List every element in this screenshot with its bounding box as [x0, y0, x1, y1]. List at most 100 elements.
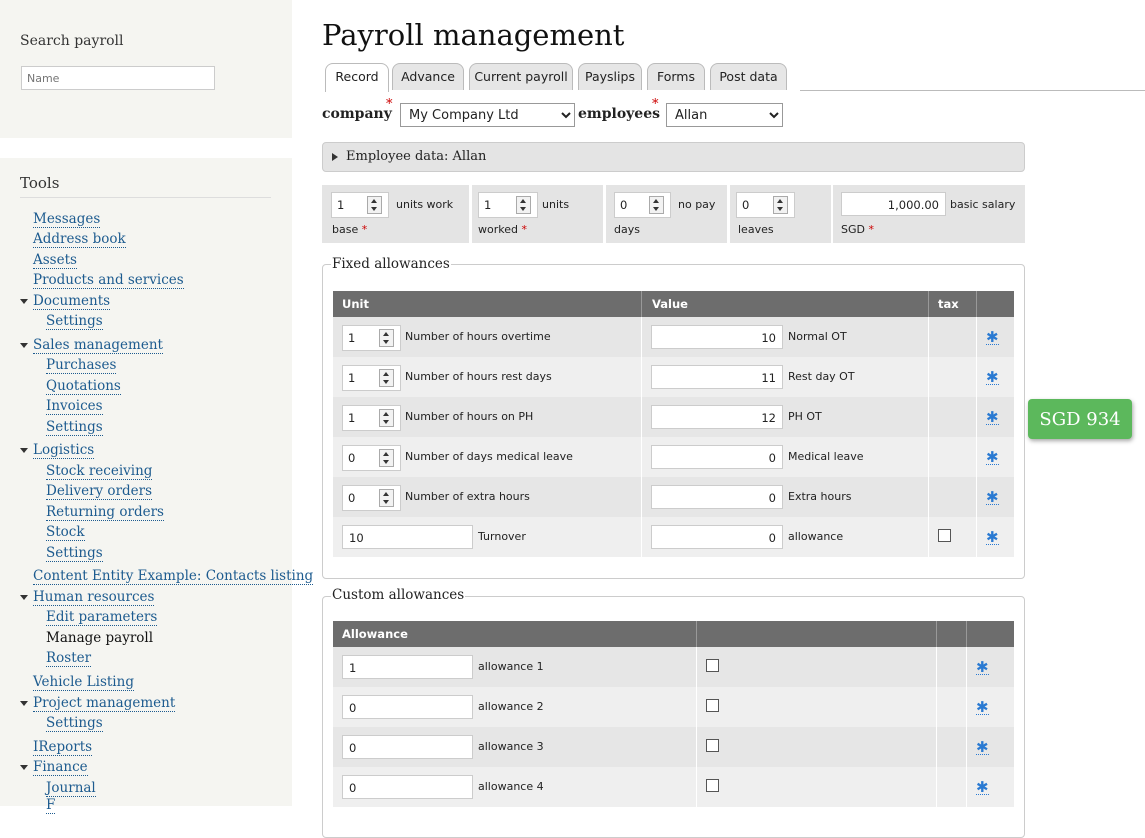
sidebar-item-link[interactable]: Settings	[46, 715, 103, 732]
star-icon[interactable]: ✱	[986, 330, 999, 345]
star-icon[interactable]: ✱	[986, 490, 999, 505]
stepper-arrows-icon[interactable]	[379, 329, 394, 347]
sidebar-item-link[interactable]: Products and services	[33, 272, 184, 289]
sidebar-item-link[interactable]: IReports	[33, 739, 93, 756]
sidebar-item[interactable]: Quotations	[46, 378, 121, 395]
sidebar-item[interactable]: Address book	[33, 231, 126, 248]
unit-stepper[interactable]: 1	[342, 365, 401, 391]
sidebar-item[interactable]: Finance	[33, 759, 88, 776]
tax-checkbox[interactable]	[938, 529, 951, 542]
sidebar-item[interactable]: Content Entity Example: Contacts listing	[33, 568, 314, 585]
sidebar-item[interactable]: Manage payroll	[46, 630, 153, 646]
sidebar-item-link[interactable]: Logistics	[33, 442, 95, 459]
tab-post-data[interactable]: Post data	[710, 63, 787, 90]
sidebar-item-link[interactable]: Stock	[46, 524, 85, 541]
expand-caret-icon[interactable]	[20, 343, 28, 348]
sidebar-item[interactable]: Products and services	[33, 272, 184, 289]
expand-caret-icon[interactable]	[20, 595, 28, 600]
sidebar-item[interactable]: Delivery orders	[46, 483, 153, 500]
star-icon[interactable]: ✱	[986, 450, 999, 465]
sidebar-item[interactable]: Stock	[46, 524, 85, 541]
sidebar-item-link[interactable]: Project management	[33, 695, 176, 712]
tab-record[interactable]: Record	[325, 63, 389, 92]
sidebar-item-link[interactable]: Human resources	[33, 589, 155, 606]
sidebar-item[interactable]: Invoices	[46, 398, 103, 415]
star-icon[interactable]: ✱	[986, 410, 999, 425]
star-icon[interactable]: ✱	[976, 780, 989, 795]
tab-payslips[interactable]: Payslips	[578, 63, 642, 90]
sidebar-item-link[interactable]: Assets	[33, 252, 77, 269]
sidebar-item[interactable]: Assets	[33, 252, 77, 269]
sidebar-item[interactable]: IReports	[33, 739, 93, 756]
star-icon[interactable]: ✱	[976, 700, 989, 715]
unit-stepper[interactable]: 0	[342, 445, 401, 471]
sidebar-item[interactable]: F	[46, 797, 56, 814]
sidebar-item[interactable]: Settings	[46, 545, 103, 562]
sidebar-item-link[interactable]: Invoices	[46, 398, 103, 415]
tab-forms[interactable]: Forms	[647, 63, 705, 90]
sidebar-item[interactable]: Settings	[46, 313, 103, 330]
sidebar-item-link[interactable]: Finance	[33, 759, 88, 776]
sidebar-item-link[interactable]: Documents	[33, 293, 111, 310]
sidebar-item-link[interactable]: Vehicle Listing	[33, 674, 134, 691]
tab-advance[interactable]: Advance	[392, 63, 464, 90]
allowance-checkbox[interactable]	[706, 739, 719, 752]
unit-stepper[interactable]: 1	[342, 405, 401, 431]
sidebar-item[interactable]: Project management	[33, 695, 176, 712]
expand-caret-icon[interactable]	[20, 701, 28, 706]
unit-stepper[interactable]: 1	[342, 325, 401, 351]
allowance-input[interactable]: 0	[342, 695, 473, 719]
sidebar-item[interactable]: Roster	[46, 650, 92, 667]
stepper-arrows-icon[interactable]	[516, 196, 531, 214]
sidebar-item-link[interactable]: Sales management	[33, 337, 163, 354]
star-icon[interactable]: ✱	[976, 660, 989, 675]
sidebar-item-link[interactable]: Settings	[46, 545, 103, 562]
sidebar-item[interactable]: Documents	[33, 293, 111, 310]
value-input[interactable]: 0	[651, 525, 783, 549]
sidebar-item-link[interactable]: Quotations	[46, 378, 121, 395]
sidebar-item-link[interactable]: Messages	[33, 211, 101, 228]
sidebar-item-link[interactable]: Purchases	[46, 357, 117, 374]
sidebar-item-link[interactable]: Edit parameters	[46, 609, 158, 626]
value-input[interactable]: 10	[651, 325, 783, 349]
sidebar-item[interactable]: Sales management	[33, 337, 163, 354]
sidebar-item[interactable]: Returning orders	[46, 504, 164, 521]
units-worked-stepper[interactable]: 1	[478, 192, 538, 218]
sidebar-item-link[interactable]: Returning orders	[46, 504, 164, 521]
value-input[interactable]: 12	[651, 405, 783, 429]
stepper-arrows-icon[interactable]	[379, 449, 394, 467]
sidebar-item[interactable]: Edit parameters	[46, 609, 158, 626]
sidebar-item[interactable]: Messages	[33, 211, 101, 228]
units-work-stepper[interactable]: 1	[331, 192, 389, 218]
sidebar-item[interactable]: Logistics	[33, 442, 95, 459]
stepper-arrows-icon[interactable]	[367, 196, 382, 214]
sidebar-item-link[interactable]: Content Entity Example: Contacts listing	[33, 568, 314, 585]
sidebar-item[interactable]: Stock receiving	[46, 463, 153, 480]
sidebar-item[interactable]: Journal	[46, 780, 96, 797]
sidebar-item-link[interactable]: Delivery orders	[46, 483, 153, 500]
stepper-arrows-icon[interactable]	[379, 489, 394, 507]
allowance-input[interactable]: 0	[342, 735, 473, 759]
sidebar-item[interactable]: Vehicle Listing	[33, 674, 134, 691]
no-pay-stepper[interactable]: 0	[614, 192, 671, 218]
value-input[interactable]: 0	[651, 445, 783, 469]
sidebar-item-link[interactable]: Settings	[46, 313, 103, 330]
stepper-arrows-icon[interactable]	[773, 196, 788, 214]
value-input[interactable]: 11	[651, 365, 783, 389]
sidebar-item-link[interactable]: Stock receiving	[46, 463, 153, 480]
sidebar-item-link[interactable]: Settings	[46, 419, 103, 436]
sidebar-item-link[interactable]: Address book	[33, 231, 126, 248]
sidebar-item[interactable]: Settings	[46, 419, 103, 436]
unit-stepper[interactable]: 0	[342, 485, 401, 511]
star-icon[interactable]: ✱	[986, 530, 999, 545]
allowance-input[interactable]: 1	[342, 655, 473, 679]
unit-input[interactable]: 10	[342, 525, 473, 549]
star-icon[interactable]: ✱	[986, 370, 999, 385]
allowance-input[interactable]: 0	[342, 775, 473, 799]
company-select[interactable]: My Company Ltd	[400, 103, 575, 127]
stepper-arrows-icon[interactable]	[379, 369, 394, 387]
sidebar-item[interactable]: Human resources	[33, 589, 155, 606]
search-input[interactable]	[21, 66, 215, 90]
leaves-stepper[interactable]: 0	[736, 192, 795, 218]
allowance-checkbox[interactable]	[706, 659, 719, 672]
